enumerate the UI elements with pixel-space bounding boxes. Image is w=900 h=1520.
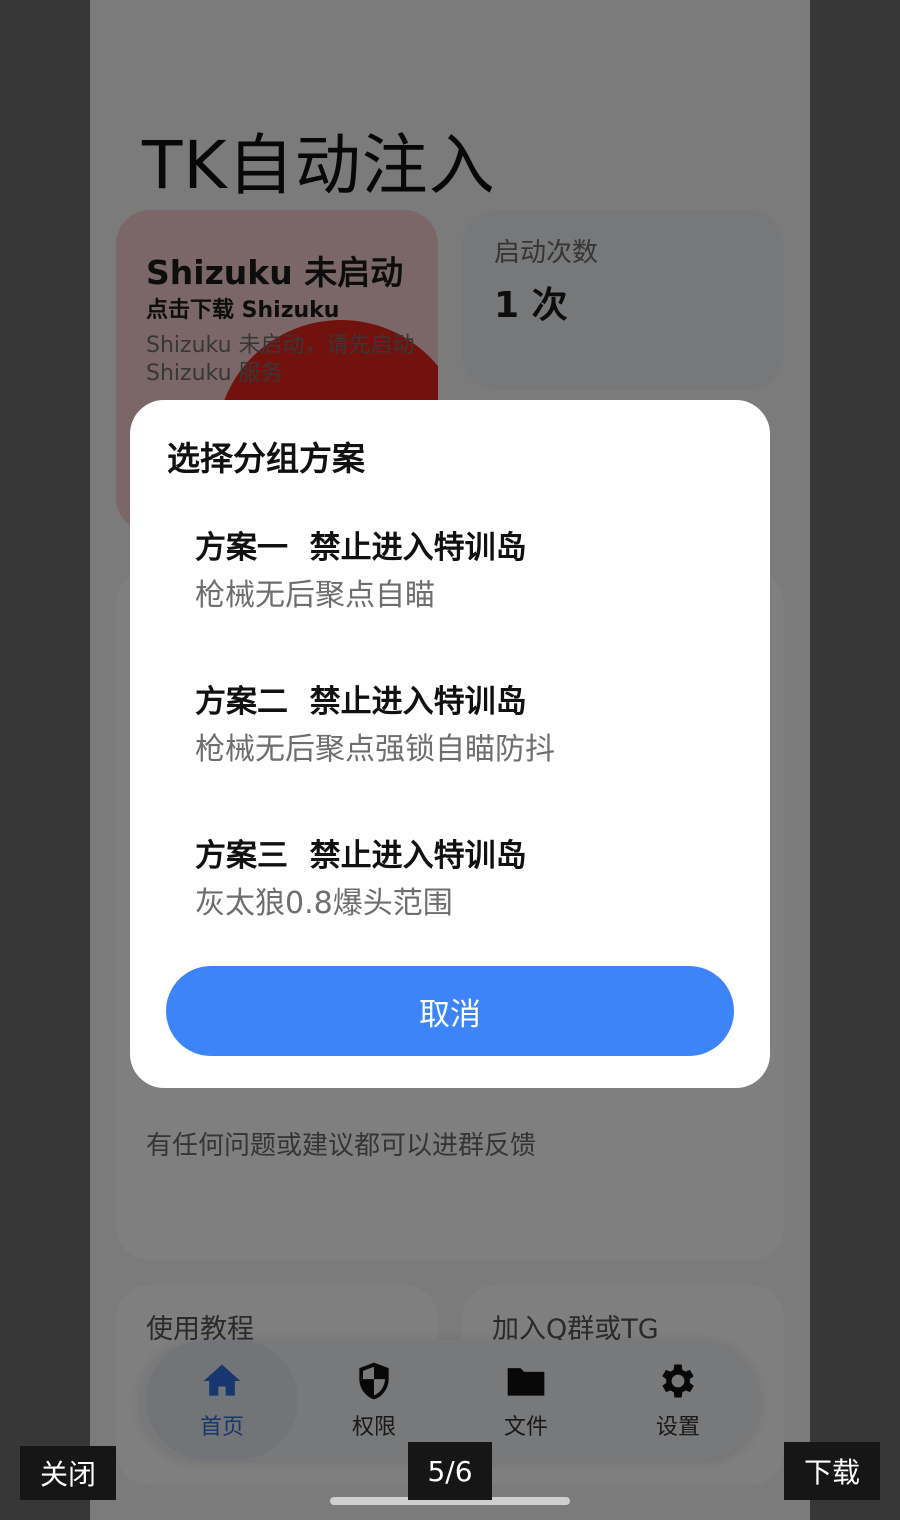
scheme-option-desc: 枪械无后聚点自瞄 [195, 578, 435, 613]
viewer-download-button[interactable]: 下载 [784, 1442, 880, 1500]
scheme-option-desc: 灰太狼0.8爆头范围 [195, 886, 453, 921]
phone-screen: TK自动注入 Shizuku 未启动 点击下载 Shizuku Shizuku … [90, 0, 810, 1520]
scheme-option-desc: 枪械无后聚点强锁自瞄防抖 [195, 732, 555, 767]
cancel-button[interactable]: 取消 [166, 966, 734, 1056]
scheme-option-title: 方案一 禁止进入特训岛 [195, 530, 527, 566]
viewer-close-button[interactable]: 关闭 [20, 1446, 116, 1500]
viewer-page-indicator: 5/6 [408, 1442, 492, 1500]
scheme-option-title: 方案二 禁止进入特训岛 [195, 684, 527, 720]
scheme-option-title: 方案三 禁止进入特训岛 [195, 838, 527, 874]
group-scheme-dialog: 选择分组方案 方案一 禁止进入特训岛 枪械无后聚点自瞄 方案二 禁止进入特训岛 … [130, 400, 770, 1088]
scheme-option-3[interactable]: 方案三 禁止进入特训岛 灰太狼0.8爆头范围 [130, 830, 770, 980]
scheme-option-2[interactable]: 方案二 禁止进入特训岛 枪械无后聚点强锁自瞄防抖 [130, 676, 770, 826]
dialog-title: 选择分组方案 [167, 439, 365, 478]
scheme-option-1[interactable]: 方案一 禁止进入特训岛 枪械无后聚点自瞄 [130, 522, 770, 672]
